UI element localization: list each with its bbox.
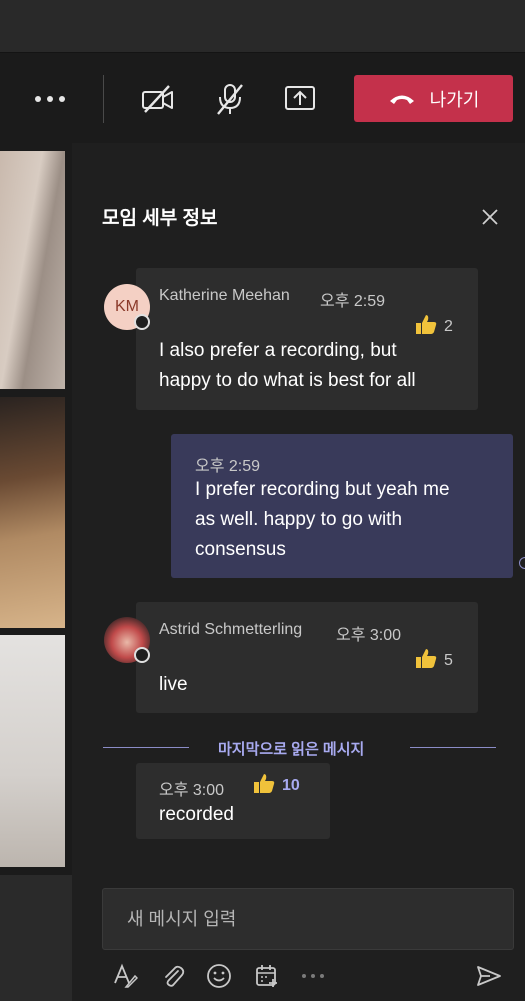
own-chat-message[interactable]: 오후 2:59 I prefer recording but yeah me a… (171, 434, 513, 578)
more-options-button[interactable] (31, 81, 69, 117)
read-receipt-icon (519, 557, 525, 569)
message-time: 오후 2:59 (195, 458, 261, 475)
video-gallery (0, 143, 72, 1001)
share-screen-icon (285, 86, 315, 110)
hang-up-icon (389, 95, 414, 104)
message-time: 오후 2:59 (320, 293, 386, 310)
camera-toggle-button[interactable] (139, 81, 177, 117)
like-icon (252, 772, 276, 799)
like-icon (414, 647, 438, 674)
video-gallery-footer (0, 875, 72, 1001)
panel-title: 모임 세부 정보 (102, 208, 218, 229)
schedule-meeting-icon (256, 965, 277, 987)
more-options-button[interactable] (300, 963, 326, 989)
share-screen-button[interactable] (281, 81, 319, 117)
title-bar (0, 0, 525, 53)
close-panel-button[interactable] (478, 205, 502, 229)
schedule-meeting-button[interactable] (254, 963, 280, 989)
participant-video-tile[interactable] (0, 635, 65, 867)
reaction-count: 10 (282, 776, 300, 794)
reaction-count: 2 (444, 317, 453, 335)
message-text-line: live (159, 674, 188, 695)
participant-video-tile[interactable] (0, 397, 65, 628)
emoji-icon (207, 964, 231, 988)
avatar-initials: KM (115, 298, 139, 315)
message-input[interactable] (103, 889, 513, 949)
message-sender: Astrid Schmetterling (159, 621, 303, 638)
toolbar-separator (103, 75, 104, 123)
camera-off-icon (142, 85, 173, 113)
send-icon (477, 966, 501, 986)
message-text-line: I also prefer a recording, but (159, 340, 397, 361)
format-icon (114, 963, 138, 988)
message-text-line: I prefer recording but yeah me (195, 479, 450, 500)
participant-video-tile[interactable] (0, 151, 65, 389)
more-horizontal-icon (302, 974, 324, 978)
reaction-badge[interactable]: 5 (414, 647, 453, 674)
divider-line (103, 747, 189, 748)
leave-button-label: 나가기 (429, 89, 480, 110)
message-text-line: consensus (195, 539, 286, 560)
meeting-toolbar: 나가기 (0, 53, 525, 143)
message-sender: Katherine Meehan (159, 287, 290, 304)
mic-off-icon (217, 84, 243, 115)
reaction-count: 5 (444, 651, 453, 669)
chat-message[interactable]: Katherine Meehan 오후 2:59 2 I also prefer… (136, 268, 478, 410)
message-time: 오후 3:00 (336, 627, 402, 644)
send-button[interactable] (476, 963, 502, 989)
meeting-chat-panel: 모임 세부 정보 Katherine Meehan 오후 2:59 2 I al… (72, 143, 525, 1001)
attach-icon (165, 965, 185, 987)
attach-button[interactable] (160, 963, 186, 989)
chat-message[interactable]: 오후 3:00 10 recorded (136, 763, 330, 839)
reaction-badge[interactable]: 2 (414, 313, 453, 340)
more-horizontal-icon (35, 96, 65, 102)
message-text-line: happy to do what is best for all (159, 370, 416, 391)
format-button[interactable] (112, 963, 138, 989)
divider-label: 마지막으로 읽은 메시지 (218, 741, 365, 758)
presence-status-icon (134, 647, 150, 663)
message-time: 오후 3:00 (159, 782, 225, 799)
emoji-button[interactable] (206, 963, 232, 989)
message-text-line: recorded (159, 804, 234, 825)
presence-status-icon (134, 314, 150, 330)
close-icon (482, 209, 498, 225)
leave-meeting-button[interactable]: 나가기 (354, 75, 513, 122)
message-text-line: as well. happy to go with (195, 509, 403, 530)
compose-box[interactable] (102, 888, 514, 950)
divider-line (410, 747, 496, 748)
reaction-badge[interactable]: 10 (252, 772, 300, 799)
like-icon (414, 313, 438, 340)
mic-toggle-button[interactable] (211, 81, 249, 117)
last-read-divider: 마지막으로 읽은 메시지 (103, 738, 496, 758)
chat-message[interactable]: Astrid Schmetterling 오후 3:00 5 live (136, 602, 478, 713)
